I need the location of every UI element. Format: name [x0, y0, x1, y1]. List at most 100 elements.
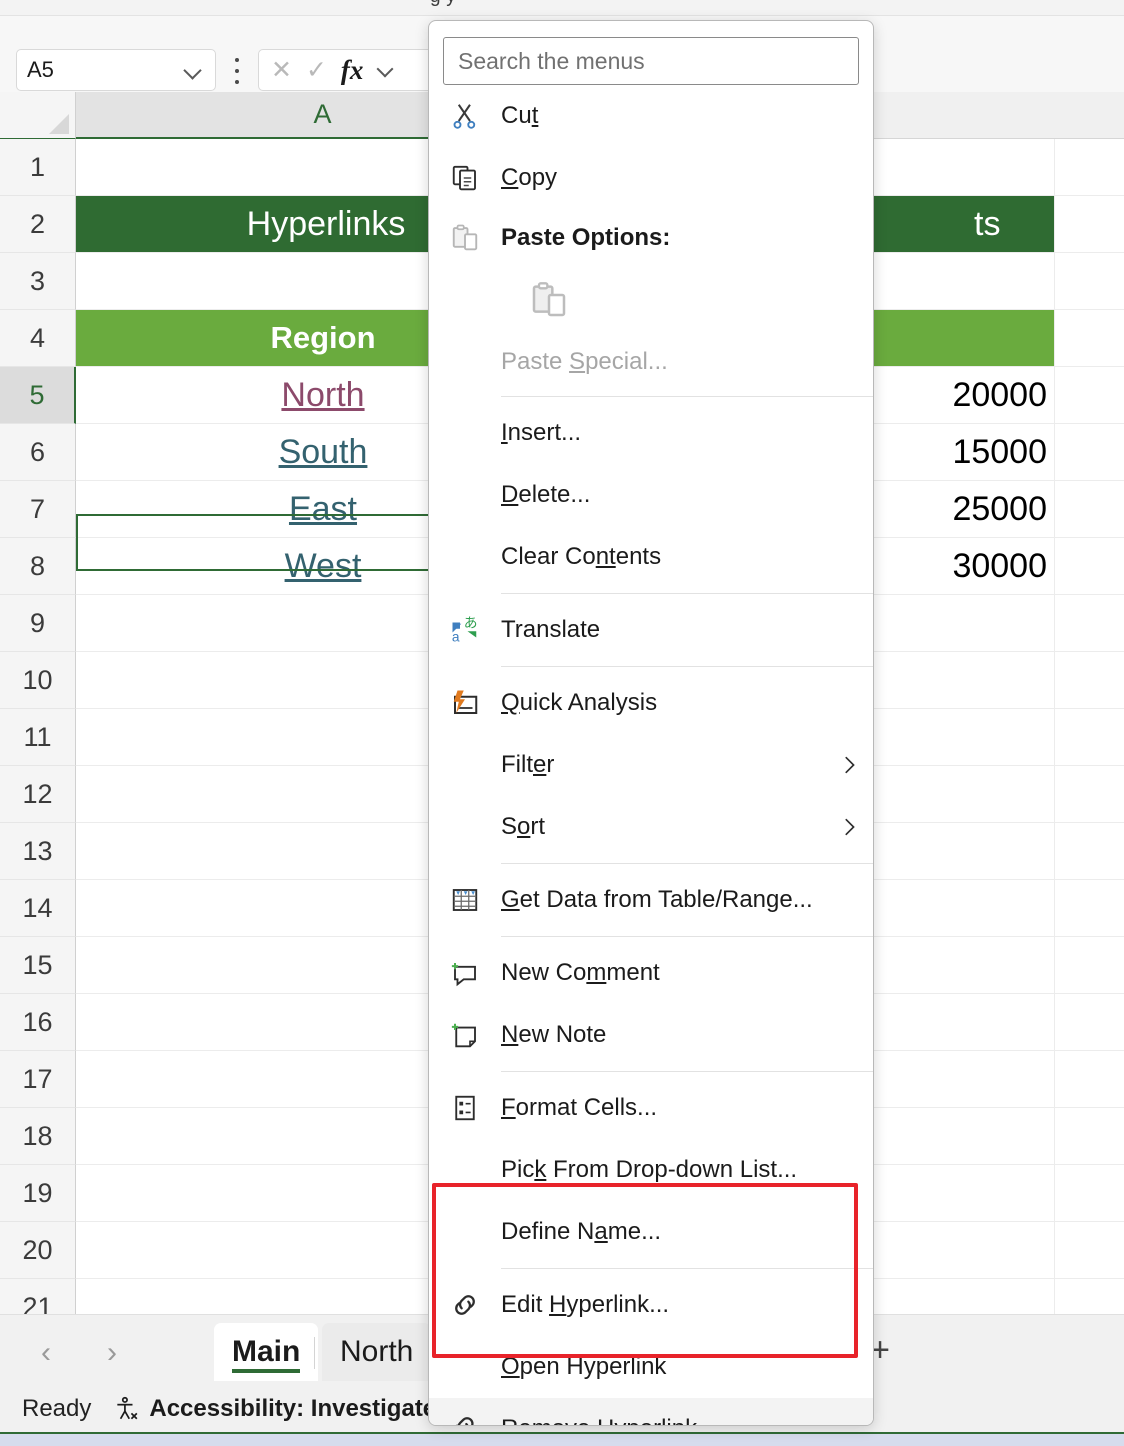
row-header-4[interactable]: 4: [0, 310, 76, 367]
search-menus-placeholder: Search the menus: [458, 48, 645, 75]
cell-c19[interactable]: [1055, 1165, 1124, 1221]
menu-item-pick-from-drop-down-list[interactable]: Pick From Drop-down List...: [429, 1139, 873, 1201]
cell-c6[interactable]: [1055, 424, 1124, 480]
row-header-3[interactable]: 3: [0, 253, 76, 310]
sheet-tab-north[interactable]: North: [322, 1323, 431, 1381]
menu-item-translate[interactable]: aあTranslate: [429, 599, 873, 661]
menu-item-format-cells[interactable]: Format Cells...: [429, 1077, 873, 1139]
kebab-menu-icon[interactable]: [230, 58, 244, 84]
cell-c13[interactable]: [1055, 823, 1124, 879]
menu-item-open-hyperlink[interactable]: Open Hyperlink: [429, 1336, 873, 1398]
row-header-8[interactable]: 8: [0, 538, 76, 595]
cell-c4[interactable]: [1055, 310, 1124, 366]
cell-c20[interactable]: [1055, 1222, 1124, 1278]
menu-item-no-icon: [429, 464, 501, 526]
accessibility-label: Accessibility: Investigate: [149, 1395, 436, 1423]
sheet-tab-main[interactable]: Main: [214, 1323, 318, 1381]
chevron-down-icon[interactable]: [183, 59, 205, 81]
row-header-17[interactable]: 17: [0, 1051, 76, 1108]
menu-item-sort[interactable]: Sort: [429, 796, 873, 858]
menu-item-label: Insert...: [501, 419, 873, 447]
cell-c8[interactable]: [1055, 538, 1124, 594]
menu-item-no-icon: [429, 1139, 501, 1201]
row-header-14[interactable]: 14: [0, 880, 76, 937]
row-header-12[interactable]: 12: [0, 766, 76, 823]
menu-item-copy[interactable]: Copy: [429, 147, 873, 209]
menu-item-clear-contents[interactable]: Clear Contents: [429, 526, 873, 588]
menu-item-new-note[interactable]: New Note: [429, 1004, 873, 1066]
cell-c16[interactable]: [1055, 994, 1124, 1050]
chevron-down-icon[interactable]: [377, 60, 397, 80]
row-header-5[interactable]: 5: [0, 367, 76, 424]
cell-c12[interactable]: [1055, 766, 1124, 822]
cell-c3[interactable]: [1055, 253, 1124, 309]
context-menu-items: CutCopyPaste Options:Paste Special...Ins…: [429, 85, 873, 1426]
row-header-1[interactable]: 1: [0, 139, 76, 196]
cancel-x-icon[interactable]: ✕: [271, 58, 292, 83]
copy-icon: [429, 147, 501, 209]
hyperlink-west[interactable]: West: [285, 547, 362, 586]
row-header-13[interactable]: 13: [0, 823, 76, 880]
cell-c15[interactable]: [1055, 937, 1124, 993]
menu-item-label: Format Cells...: [501, 1094, 873, 1122]
cell-c18[interactable]: [1055, 1108, 1124, 1164]
cell-c14[interactable]: [1055, 880, 1124, 936]
row-header-16[interactable]: 16: [0, 994, 76, 1051]
cell-c2[interactable]: [1055, 196, 1124, 252]
chevron-right-icon[interactable]: ›: [94, 1335, 130, 1371]
fx-icon[interactable]: fx: [341, 57, 364, 84]
check-icon[interactable]: ✓: [306, 58, 327, 83]
menu-item-new-comment[interactable]: New Comment: [429, 942, 873, 1004]
row-header-18[interactable]: 18: [0, 1108, 76, 1165]
cell-c10[interactable]: [1055, 652, 1124, 708]
menu-item-insert[interactable]: Insert...: [429, 402, 873, 464]
sheet-title-right: ts: [974, 205, 1000, 244]
menu-item-delete[interactable]: Delete...: [429, 464, 873, 526]
row-header-20[interactable]: 20: [0, 1222, 76, 1279]
cell-c1[interactable]: [1055, 139, 1124, 195]
row-header-label: 6: [30, 437, 45, 468]
row-header-9[interactable]: 9: [0, 595, 76, 652]
search-menus-input[interactable]: Search the menus: [443, 37, 859, 85]
menu-item-label: Translate: [501, 616, 873, 644]
menu-item-cut[interactable]: Cut: [429, 85, 873, 147]
row-header-label: 18: [22, 1121, 52, 1152]
cell-c7[interactable]: [1055, 481, 1124, 537]
row-header-15[interactable]: 15: [0, 937, 76, 994]
row-header-label: 2: [30, 209, 45, 240]
cell-c11[interactable]: [1055, 709, 1124, 765]
paste-keep-source-icon[interactable]: [529, 280, 569, 320]
menu-item-label: New Note: [501, 1021, 873, 1049]
menu-item-no-icon: [429, 526, 501, 588]
chevron-left-icon[interactable]: ‹: [28, 1335, 64, 1371]
row-header-10[interactable]: 10: [0, 652, 76, 709]
accessibility-status[interactable]: Accessibility: Investigate: [113, 1395, 436, 1423]
cell-c5[interactable]: [1055, 367, 1124, 423]
row-header-7[interactable]: 7: [0, 481, 76, 538]
tab-separator: [314, 1337, 315, 1369]
hyperlink-east[interactable]: East: [289, 490, 357, 529]
cell-c9[interactable]: [1055, 595, 1124, 651]
excel-window: g y A5 ✕ ✓ fx A 123456789101112131415161…: [0, 0, 1124, 1446]
cell-c17[interactable]: [1055, 1051, 1124, 1107]
row-header-label: 14: [22, 893, 52, 924]
menu-item-remove-hyperlink[interactable]: Remove Hyperlink: [429, 1398, 873, 1426]
hyperlink-south[interactable]: South: [279, 433, 368, 472]
row-header-19[interactable]: 19: [0, 1165, 76, 1222]
row-header-2[interactable]: 2: [0, 196, 76, 253]
name-box[interactable]: A5: [16, 49, 216, 91]
menu-item-paste-special: Paste Special...: [429, 333, 873, 391]
menu-separator: [501, 1268, 873, 1269]
menu-item-quick-analysis[interactable]: Quick Analysis: [429, 672, 873, 734]
new-note-icon: [429, 1004, 501, 1066]
menu-item-edit-hyperlink[interactable]: Edit Hyperlink...: [429, 1274, 873, 1336]
menu-item-get-data-from-table-range[interactable]: Get Data from Table/Range...: [429, 869, 873, 931]
row-header-label: 19: [22, 1178, 52, 1209]
menu-item-filter[interactable]: Filter: [429, 734, 873, 796]
select-all-corner[interactable]: [0, 92, 76, 139]
row-header-11[interactable]: 11: [0, 709, 76, 766]
row-header-6[interactable]: 6: [0, 424, 76, 481]
status-ready-text: Ready: [22, 1395, 91, 1423]
menu-item-define-name[interactable]: Define Name...: [429, 1201, 873, 1263]
hyperlink-north[interactable]: North: [281, 376, 364, 415]
